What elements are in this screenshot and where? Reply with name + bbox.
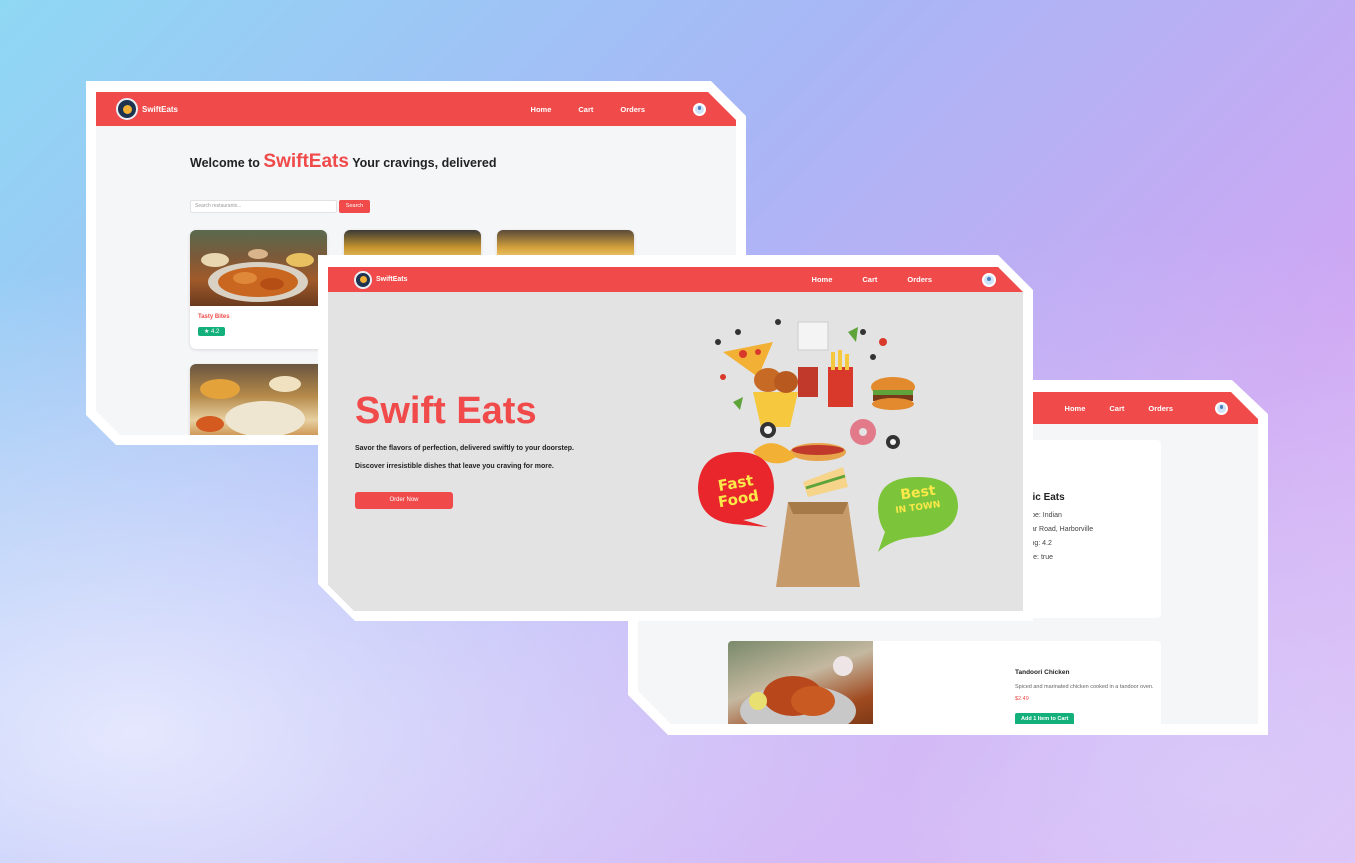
welcome-prefix: Welcome to: [190, 156, 260, 170]
brand-name[interactable]: SwiftEats: [376, 276, 408, 283]
nav-links: Home Cart Orders: [504, 102, 706, 116]
welcome-suffix: Your cravings, delivered: [352, 156, 497, 170]
hero-subtagline: Discover irresistible dishes that leave …: [355, 463, 554, 470]
nav-home-link[interactable]: Home: [531, 105, 552, 114]
menu-item-image: [728, 641, 873, 724]
food-photo: [196, 376, 305, 435]
nav-cart-link[interactable]: Cart: [578, 105, 593, 114]
search-bar: Search restaurants... Search: [190, 200, 370, 213]
landing-page-window: SwiftEats Home Cart Orders Swift Eats Sa…: [318, 255, 1033, 621]
restaurant-name: Tasty Bites: [198, 314, 230, 320]
nav-orders-link[interactable]: Orders: [1148, 404, 1173, 413]
welcome-heading: Welcome to SwiftEats Your cravings, deli…: [190, 151, 496, 173]
nav-orders-link[interactable]: Orders: [620, 105, 645, 114]
menu-item-price: $2.49: [1015, 696, 1029, 702]
hero-tagline: Savor the flavors of perfection, deliver…: [355, 445, 574, 452]
menu-item-description: Spiced and marinated chicken cooked in a…: [1015, 684, 1154, 690]
restaurant-card[interactable]: Tasty Bites ★ 4.2: [190, 230, 327, 349]
restaurant-image: [190, 230, 327, 306]
rating-badge: ★ 4.2: [198, 327, 226, 336]
brand-name[interactable]: SwiftEats: [142, 105, 178, 114]
search-input[interactable]: Search restaurants...: [190, 200, 337, 213]
hero-title: Swift Eats: [355, 390, 537, 432]
logo-icon[interactable]: [354, 270, 372, 289]
avatar[interactable]: [1215, 401, 1228, 415]
navbar: SwiftEats Home Cart Orders: [328, 267, 1023, 292]
nav-cart-link[interactable]: Cart: [1109, 404, 1124, 413]
landing-page-screen: SwiftEats Home Cart Orders Swift Eats Sa…: [328, 267, 1023, 611]
avatar[interactable]: [982, 272, 996, 287]
menu-item-card: Tandoori Chicken Spiced and marinated ch…: [728, 641, 1161, 724]
food-photo: [740, 656, 856, 724]
logo-icon[interactable]: [116, 98, 138, 120]
nav-home-link[interactable]: Home: [1065, 404, 1086, 413]
add-to-cart-button[interactable]: Add 1 Item to Cart: [1015, 713, 1075, 724]
food-burst-graphic: [698, 319, 958, 587]
nav-links: Home Cart Orders: [1041, 401, 1228, 415]
welcome-brand: SwiftEats: [263, 151, 349, 172]
food-photo: [201, 249, 314, 302]
nav-home-link[interactable]: Home: [812, 275, 833, 284]
order-now-button[interactable]: Order Now: [355, 492, 453, 509]
menu-item-name: Tandoori Chicken: [1015, 669, 1070, 676]
search-button[interactable]: Search: [339, 200, 370, 213]
restaurant-image: [190, 364, 327, 435]
restaurant-card[interactable]: [190, 364, 327, 435]
navbar: SwiftEats Home Cart Orders: [96, 92, 736, 126]
nav-links: Home Cart Orders: [782, 272, 996, 287]
nav-orders-link[interactable]: Orders: [907, 275, 932, 284]
avatar[interactable]: [693, 102, 706, 116]
nav-cart-link[interactable]: Cart: [862, 275, 877, 284]
fast-food-illustration: Fast Food Best IN TOWN: [678, 302, 978, 592]
